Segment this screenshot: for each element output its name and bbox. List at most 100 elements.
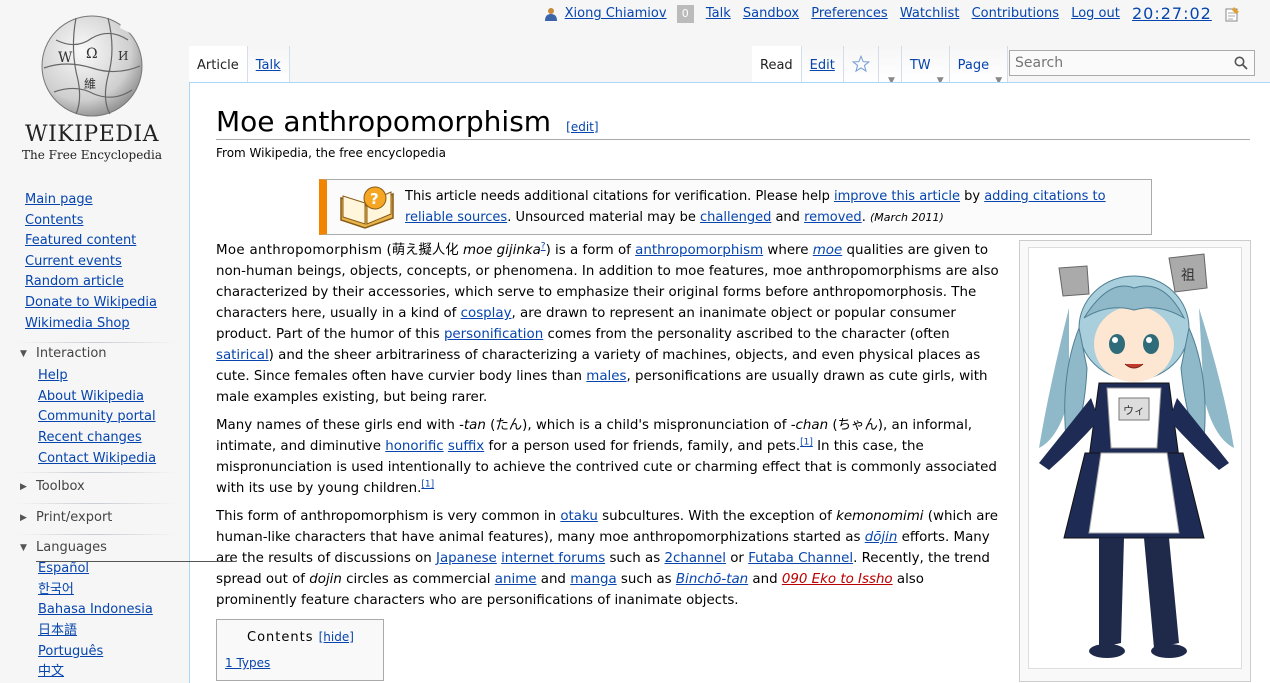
- nav-contents[interactable]: Contents: [25, 213, 83, 228]
- link-community-portal[interactable]: Community portal: [38, 409, 156, 424]
- nav-item[interactable]: Donate to Wikipedia: [25, 293, 188, 314]
- notepad-icon[interactable]: [1224, 6, 1240, 22]
- tw-menu-tab[interactable]: TW ▼: [901, 46, 950, 86]
- list-item[interactable]: Bahasa Indonesia: [38, 600, 188, 621]
- toc-title: Contents [hide]: [247, 630, 354, 645]
- wikipedia-logo[interactable]: W Ω 維 И WIKIPEDIA The Free Encyclopedia: [22, 10, 162, 170]
- redlink-090-eko-to-issho[interactable]: 090 Eko to Issho: [782, 572, 893, 587]
- tab-edit-label[interactable]: Edit: [810, 58, 835, 73]
- lang-ko[interactable]: 한국어: [38, 582, 74, 597]
- link-improve-this-article[interactable]: improve this article: [834, 189, 960, 204]
- list-item[interactable]: Recent changes: [38, 428, 188, 449]
- nav-current-events[interactable]: Current events: [25, 254, 122, 269]
- list-item[interactable]: About Wikipedia: [38, 387, 188, 408]
- toc-item-types[interactable]: 1 Types: [225, 656, 270, 670]
- utc-clock[interactable]: 20:27:02: [1132, 4, 1212, 24]
- nav-item[interactable]: Random article: [25, 272, 188, 293]
- list-item[interactable]: Contact Wikipedia: [38, 449, 188, 470]
- star-icon[interactable]: [851, 54, 871, 73]
- link-removed[interactable]: removed: [804, 210, 862, 225]
- nav-item[interactable]: Contents: [25, 211, 188, 232]
- tab-talk[interactable]: Talk: [247, 46, 290, 82]
- list-item[interactable]: Help: [38, 366, 188, 387]
- link-contact-wikipedia[interactable]: Contact Wikipedia: [38, 451, 156, 466]
- nav-item[interactable]: Wikimedia Shop: [25, 314, 188, 335]
- reference-link[interactable]: [1]: [800, 438, 813, 448]
- list-item[interactable]: Español: [38, 559, 188, 580]
- list-item[interactable]: 中文: [38, 662, 188, 683]
- tab-edit[interactable]: Edit: [801, 46, 844, 82]
- nav-donate[interactable]: Donate to Wikipedia: [25, 295, 157, 310]
- user-page-link[interactable]: Xiong Chiamiov: [565, 4, 667, 24]
- nav-item[interactable]: Main page: [25, 190, 188, 211]
- link-internet-forums[interactable]: internet forums: [501, 551, 605, 566]
- sandbox-link[interactable]: Sandbox: [743, 4, 799, 24]
- list-item[interactable]: Community portal: [38, 407, 188, 428]
- nav-random-article[interactable]: Random article: [25, 274, 124, 289]
- link-help[interactable]: Help: [38, 368, 68, 383]
- tab-talk-label[interactable]: Talk: [256, 58, 281, 73]
- text-run: This article needs additional citations …: [405, 189, 834, 204]
- link-japanese[interactable]: Japanese: [436, 551, 497, 566]
- list-item[interactable]: Português: [38, 642, 188, 663]
- list-item[interactable]: 한국어: [38, 580, 188, 601]
- link-manga[interactable]: manga: [570, 572, 616, 587]
- lang-ja[interactable]: 日本語: [38, 623, 77, 638]
- lang-es[interactable]: Español: [38, 561, 89, 576]
- search-input[interactable]: [1010, 51, 1230, 75]
- link-anthropomorphism[interactable]: anthropomorphism: [635, 243, 763, 258]
- more-menu-tab[interactable]: ▼: [878, 46, 902, 86]
- link-challenged[interactable]: challenged: [700, 210, 771, 225]
- search-icon[interactable]: [1234, 56, 1248, 70]
- link-honorific[interactable]: honorific: [385, 439, 443, 454]
- link-males[interactable]: males: [586, 369, 626, 384]
- nav-main-page[interactable]: Main page: [25, 192, 93, 207]
- contributions-link[interactable]: Contributions: [972, 4, 1060, 24]
- logout-link[interactable]: Log out: [1071, 4, 1120, 24]
- link-futaba-channel[interactable]: Futaba Channel: [748, 551, 853, 566]
- nav-wikimedia-shop[interactable]: Wikimedia Shop: [25, 316, 130, 331]
- link-dojin[interactable]: dōjin: [865, 530, 898, 545]
- tab-read[interactable]: Read: [752, 46, 802, 82]
- watchlist-link[interactable]: Watchlist: [900, 4, 960, 24]
- svg-text:W: W: [58, 50, 73, 66]
- toolbox-portal-toggle[interactable]: ▶ Toolbox: [20, 477, 175, 497]
- list-item[interactable]: 日本語: [38, 621, 188, 642]
- divider: [16, 503, 176, 504]
- link-bincho-tan[interactable]: Binchō-tan: [676, 572, 748, 587]
- drag-line: [36, 561, 236, 562]
- link-2channel[interactable]: 2channel: [664, 551, 726, 566]
- puzzle-globe-icon: W Ω 維 И: [41, 15, 143, 117]
- talk-link[interactable]: Talk: [706, 4, 731, 24]
- tab-article[interactable]: Article: [189, 46, 248, 82]
- link-recent-changes[interactable]: Recent changes: [38, 430, 142, 445]
- link-moe[interactable]: moe: [813, 243, 842, 258]
- interaction-portal-toggle[interactable]: ▼ Interaction: [20, 344, 175, 364]
- nav-item[interactable]: Featured content: [25, 231, 188, 252]
- wikipe-tan-image[interactable]: 祖 ウィ: [1028, 247, 1242, 669]
- link-satirical[interactable]: satirical: [216, 348, 269, 363]
- edit-title-link[interactable]: [edit]: [566, 120, 598, 134]
- print-export-portal-toggle[interactable]: ▶ Print/export: [20, 508, 175, 528]
- languages-portal-toggle[interactable]: ▼ Languages: [20, 538, 175, 558]
- languages-list: Español 한국어 Bahasa Indonesia 日本語 Portugu…: [38, 559, 188, 683]
- reference-link[interactable]: [1]: [421, 480, 434, 490]
- link-personification[interactable]: personification: [444, 327, 543, 342]
- link-anime[interactable]: anime: [495, 572, 537, 587]
- lang-zh[interactable]: 中文: [38, 664, 64, 679]
- watch-star-tab[interactable]: [843, 46, 879, 82]
- page-menu-tab[interactable]: Page ▼: [949, 46, 1009, 86]
- nav-item[interactable]: Current events: [25, 252, 188, 273]
- preferences-link[interactable]: Preferences: [811, 4, 887, 24]
- lang-id[interactable]: Bahasa Indonesia: [38, 602, 153, 617]
- nav-featured-content[interactable]: Featured content: [25, 233, 136, 248]
- lang-pt[interactable]: Português: [38, 644, 103, 659]
- toc-hide-link[interactable]: [hide]: [319, 630, 354, 644]
- link-cosplay[interactable]: cosplay: [461, 306, 512, 321]
- notification-count-badge[interactable]: 0: [676, 5, 694, 23]
- notice-date: (March 2011): [869, 211, 944, 224]
- text-run: This form of anthropomorphism is very co…: [216, 509, 561, 524]
- link-otaku[interactable]: otaku: [560, 509, 597, 524]
- link-suffix[interactable]: suffix: [448, 439, 484, 454]
- link-about-wikipedia[interactable]: About Wikipedia: [38, 389, 144, 404]
